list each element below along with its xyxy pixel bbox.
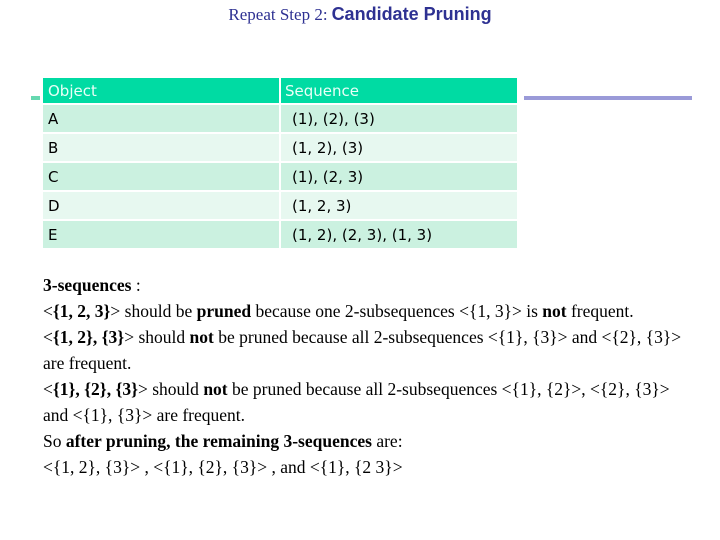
- explanation-kept-candidate-1: <{1, 2}, {3}> should not be pruned becau…: [43, 327, 682, 373]
- object-cell: B: [43, 134, 281, 163]
- column-header-object: Object: [43, 78, 281, 105]
- table-row: D (1, 2, 3): [43, 192, 517, 221]
- sequence-database-table: Object Sequence A (1), (2), (3) B (1, 2)…: [43, 78, 517, 250]
- column-header-sequence: Sequence: [281, 78, 517, 105]
- table-header-row: Object Sequence: [43, 78, 517, 105]
- title-prefix: Repeat Step 2:: [228, 5, 328, 24]
- object-cell: A: [43, 105, 281, 134]
- explanation-summary: So after pruning, the remaining 3-sequen…: [43, 431, 403, 451]
- object-cell: E: [43, 221, 281, 250]
- remaining-sequences: <{1, 2}, {3}> , <{1}, {2}, {3}> , and <{…: [43, 457, 403, 477]
- sequence-cell: (1, 2, 3): [281, 192, 517, 221]
- table-row: B (1, 2), (3): [43, 134, 517, 163]
- slide-title: Repeat Step 2: Candidate Pruning: [0, 4, 720, 25]
- table-row: A (1), (2), (3): [43, 105, 517, 134]
- object-cell: C: [43, 163, 281, 192]
- decorative-accent-bar: [31, 96, 40, 100]
- object-cell: D: [43, 192, 281, 221]
- explanation-kept-candidate-2: <{1}, {2}, {3}> should not be pruned bec…: [43, 379, 670, 425]
- sequence-cell: (1), (2, 3): [281, 163, 517, 192]
- sequence-cell: (1), (2), (3): [281, 105, 517, 134]
- table-row: C (1), (2, 3): [43, 163, 517, 192]
- explanation-pruned-candidate: <{1, 2, 3}> should be pruned because one…: [43, 301, 634, 321]
- table-row: E (1, 2), (2, 3), (1, 3): [43, 221, 517, 250]
- explanation-heading: 3-sequences :: [43, 275, 141, 295]
- title-main: Candidate Pruning: [331, 4, 492, 24]
- sequence-cell: (1, 2), (2, 3), (1, 3): [281, 221, 517, 250]
- decorative-rule: [524, 96, 692, 100]
- sequence-cell: (1, 2), (3): [281, 134, 517, 163]
- pruning-explanation: 3-sequences : <{1, 2, 3}> should be prun…: [43, 272, 693, 480]
